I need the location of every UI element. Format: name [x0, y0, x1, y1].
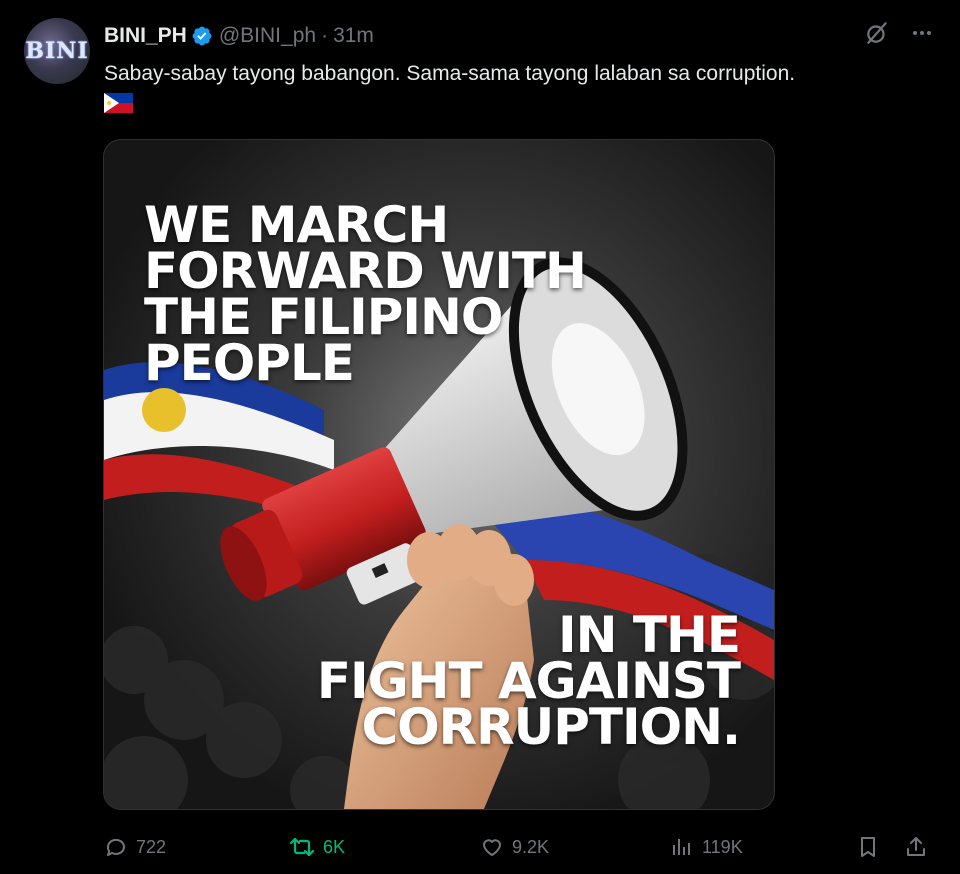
tweet-actions: 722 6K 9.2K 119K	[104, 832, 936, 862]
share-button[interactable]	[904, 835, 928, 859]
avatar[interactable]: BINI	[24, 18, 90, 84]
separator-dot: ·	[321, 24, 329, 47]
poster-headline-bottom: IN THE FIGHT AGAINST CORRUPTION.	[220, 610, 741, 756]
views-count: 119K	[702, 836, 743, 857]
display-name[interactable]: BINI_PH	[104, 24, 187, 48]
repost-button[interactable]: 6K	[289, 835, 345, 859]
top-actions	[864, 20, 934, 46]
tweet-text: Sabay-sabay tayong babangon. Sama-sama t…	[104, 62, 796, 85]
reply-count: 722	[136, 836, 167, 857]
views-button[interactable]: 119K	[670, 835, 743, 859]
verified-badge-icon	[192, 26, 212, 46]
views-icon	[673, 839, 690, 855]
heart-icon	[483, 839, 501, 856]
bookmark-icon	[861, 837, 875, 857]
more-icon[interactable]	[910, 21, 934, 45]
avatar-text: BINI	[25, 38, 89, 64]
repost-count: 6K	[323, 836, 346, 857]
philippines-flag-icon	[104, 93, 133, 113]
tweet-header: BINI_PH @BINI_ph · 31m	[104, 22, 374, 50]
like-count: 9.2K	[512, 836, 550, 857]
poster-headline-top: WE MARCH FORWARD WITH THE FILIPINO PEOPL…	[144, 200, 624, 392]
handle[interactable]: @BINI_ph	[219, 24, 316, 48]
headline-line: PEOPLE	[144, 334, 355, 392]
reply-button[interactable]: 722	[104, 835, 166, 859]
tweet-image[interactable]: WE MARCH FORWARD WITH THE FILIPINO PEOPL…	[103, 139, 775, 810]
timestamp[interactable]: 31m	[333, 24, 374, 48]
share-icon	[907, 837, 925, 856]
grok-icon[interactable]	[864, 20, 890, 46]
bookmark-button[interactable]	[856, 835, 880, 859]
reply-icon	[106, 838, 125, 856]
headline-line: CORRUPTION.	[361, 698, 741, 756]
like-button[interactable]: 9.2K	[480, 835, 549, 859]
repost-icon	[289, 837, 315, 857]
